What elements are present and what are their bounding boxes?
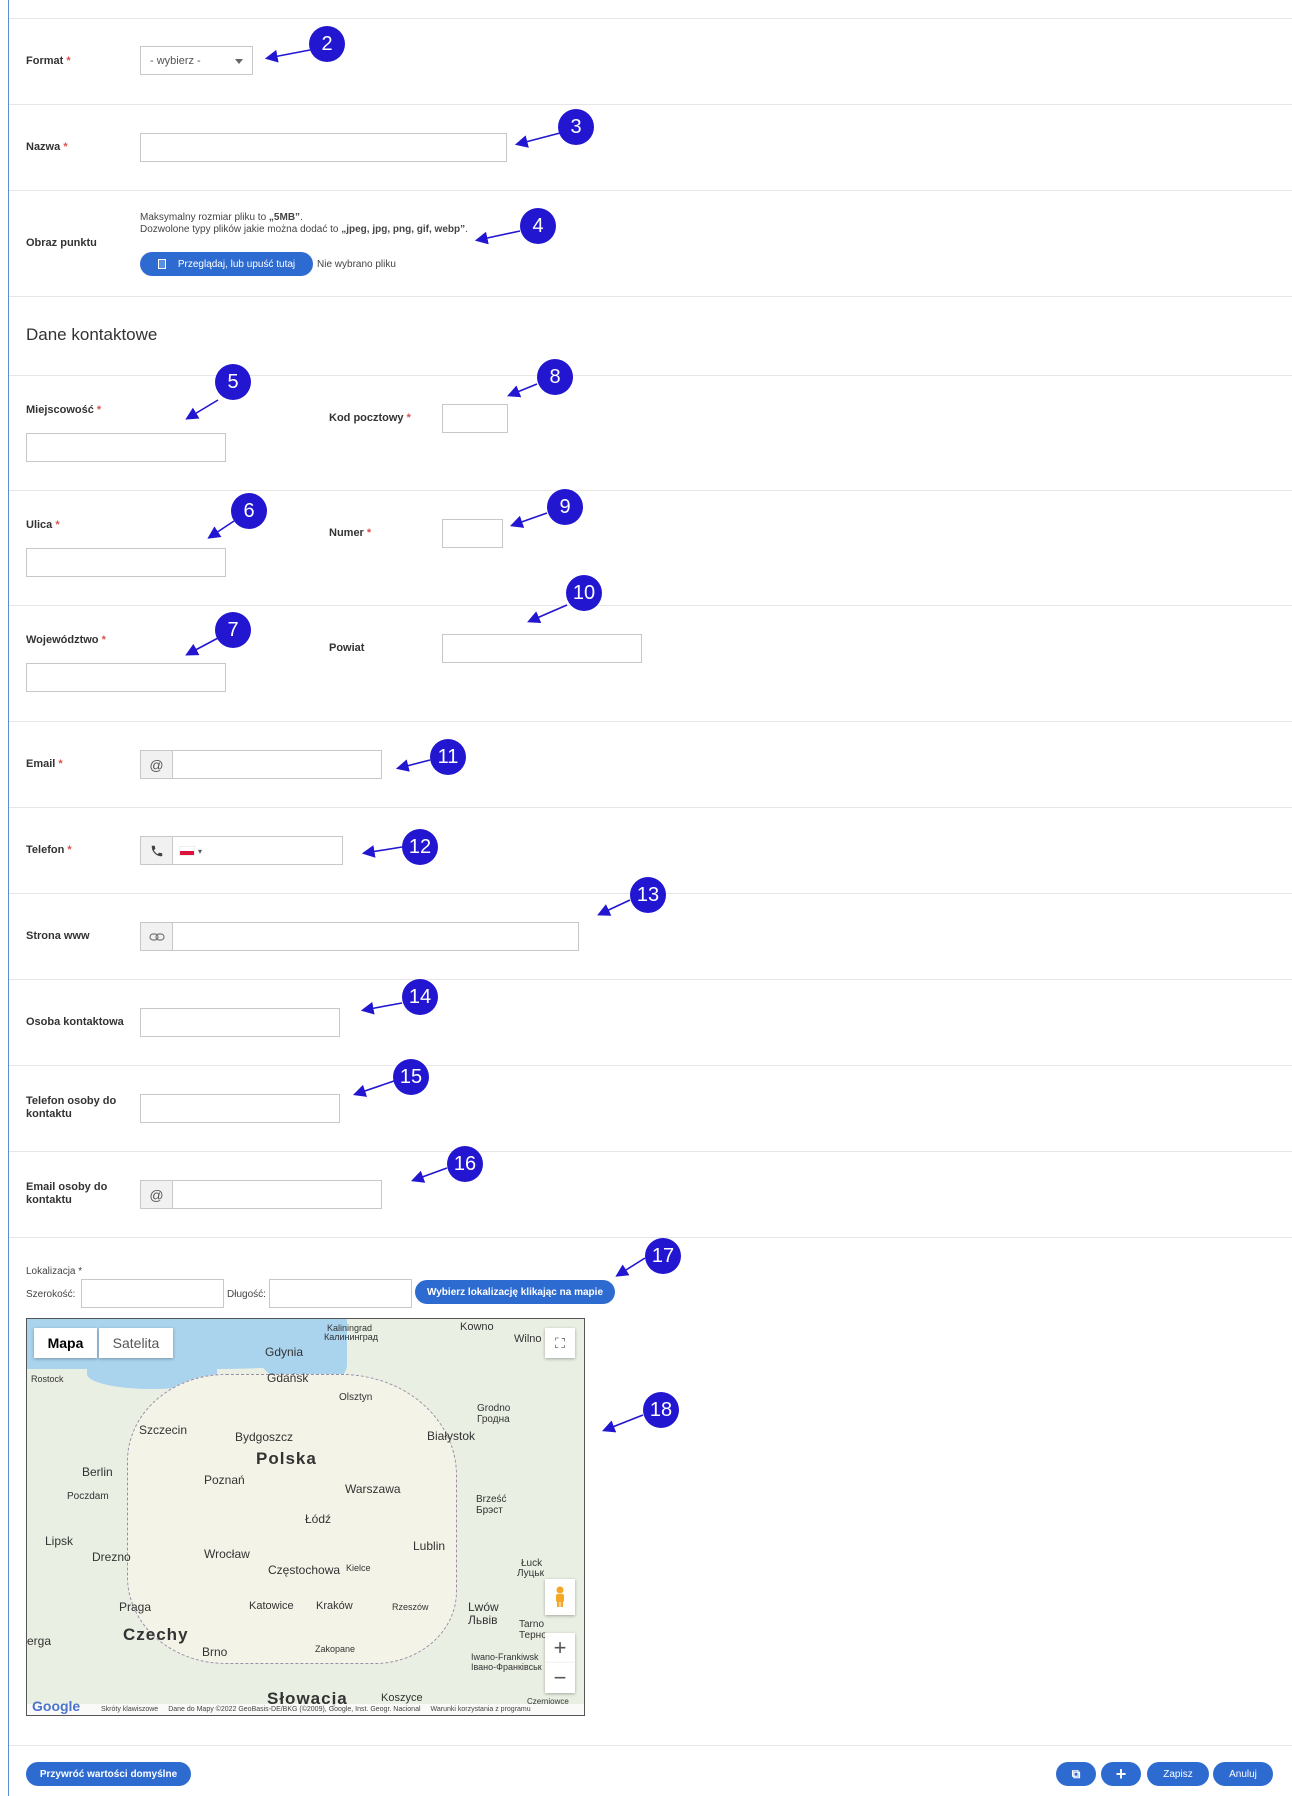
annotation-badge: 2 [309,26,345,62]
annotation-badge: 13 [630,877,666,913]
annotation-badge: 8 [537,359,573,395]
annotation-badge: 9 [547,489,583,525]
annotation-badge: 5 [215,364,251,400]
annotation-badge: 3 [558,109,594,145]
annotation-badge: 11 [430,739,466,775]
annotation-badge: 6 [231,493,267,529]
annotation-badge: 14 [402,979,438,1015]
annotation-badge: 7 [215,612,251,648]
annotation-badge: 17 [645,1238,681,1274]
annotation-badge: 12 [402,829,438,865]
annotation-badge: 15 [393,1059,429,1095]
annotation-badge: 18 [643,1392,679,1428]
annotation-badge: 4 [520,208,556,244]
annotation-badge: 16 [447,1146,483,1182]
annotation-badge: 10 [566,575,602,611]
